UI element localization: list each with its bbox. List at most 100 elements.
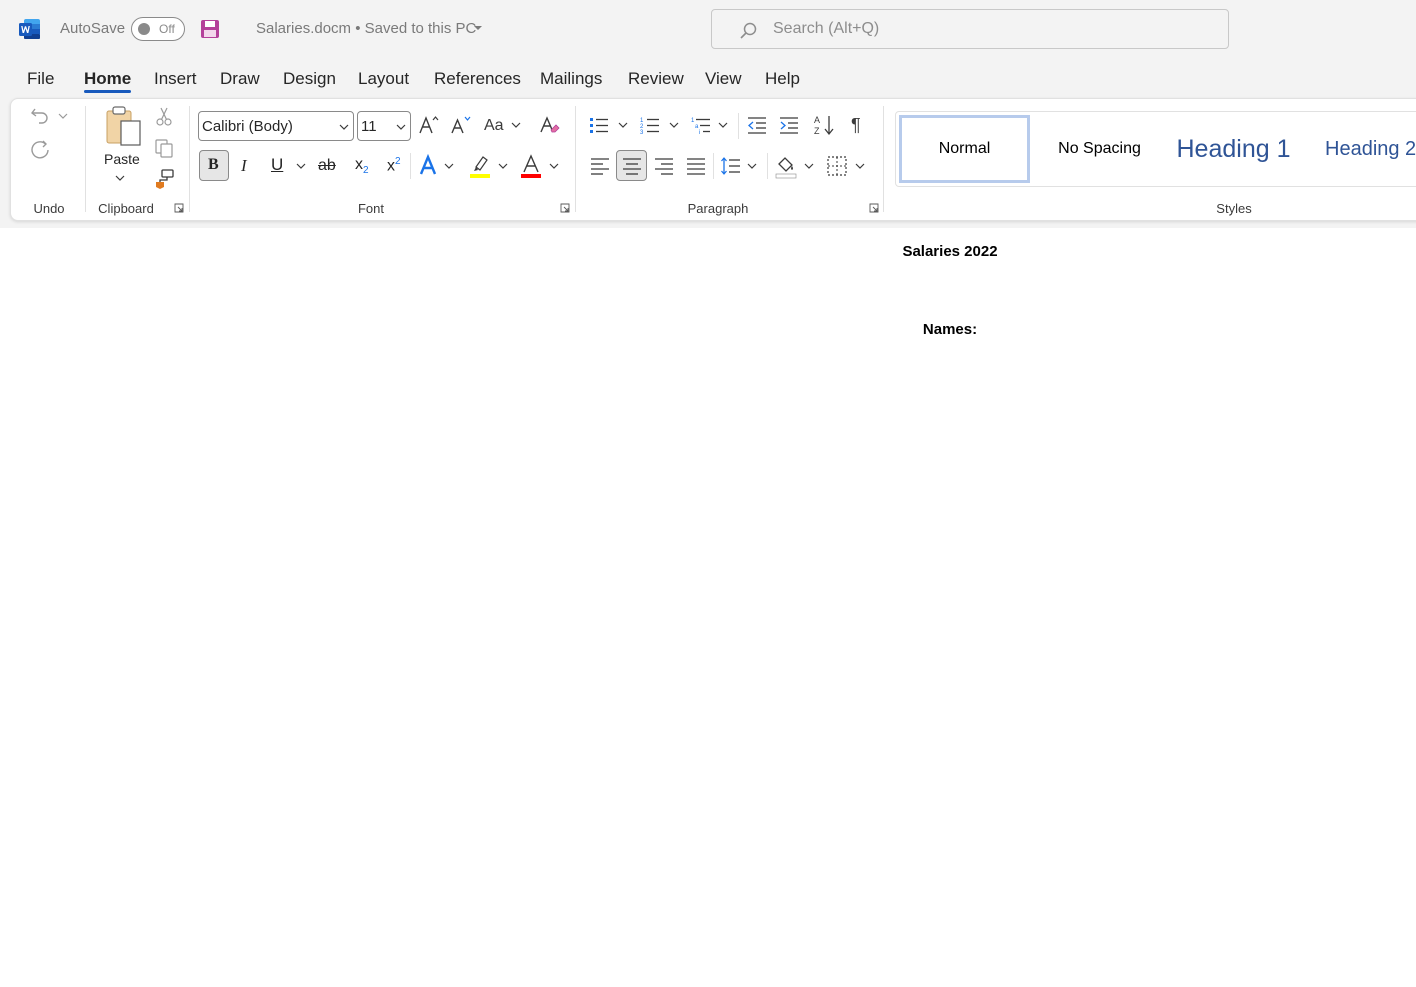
svg-text:3: 3 — [640, 130, 644, 136]
word-logo-icon[interactable] — [19, 18, 41, 40]
clipboard-launcher-icon[interactable] — [174, 203, 184, 213]
copy-icon[interactable] — [153, 137, 175, 159]
chevron-down-icon — [339, 124, 349, 130]
group-label-paragraph: Paragraph — [687, 201, 749, 216]
justify-icon[interactable] — [685, 155, 707, 177]
show-formatting-marks-icon[interactable]: ¶ — [851, 115, 861, 136]
change-case-label[interactable]: Aa — [484, 117, 504, 135]
toggle-knob — [138, 23, 150, 35]
font-size-value: 11 — [361, 118, 377, 135]
align-left-icon[interactable] — [589, 155, 611, 177]
shading-icon[interactable] — [774, 153, 798, 179]
subscript-button[interactable]: x2 — [355, 156, 369, 176]
align-center-icon — [623, 158, 641, 175]
underline-dropdown-icon[interactable] — [296, 162, 306, 170]
decrease-indent-icon[interactable] — [746, 114, 768, 136]
paste-dropdown-icon[interactable] — [115, 174, 125, 182]
paste-icon[interactable] — [104, 105, 144, 147]
tab-layout[interactable]: Layout — [358, 69, 409, 89]
numbering-icon[interactable]: 1 2 3 — [639, 114, 661, 136]
borders-icon[interactable] — [826, 155, 848, 177]
paragraph-launcher-icon[interactable] — [869, 203, 879, 213]
divider — [738, 113, 739, 139]
word-window: AutoSave Off Salaries.docm • Saved to th… — [0, 0, 1416, 987]
style-no-spacing[interactable]: No Spacing — [1034, 115, 1165, 183]
style-heading-1[interactable]: Heading 1 — [1168, 115, 1299, 183]
document-canvas[interactable] — [0, 228, 1416, 987]
bold-label: B — [208, 156, 219, 173]
redo-icon[interactable] — [29, 137, 51, 159]
clear-formatting-icon[interactable] — [538, 114, 560, 136]
tab-references[interactable]: References — [434, 69, 521, 89]
cut-icon[interactable] — [153, 105, 175, 127]
line-spacing-icon[interactable] — [720, 155, 742, 177]
undo-dropdown-icon[interactable] — [58, 112, 68, 120]
superscript-button[interactable]: x2 — [387, 156, 401, 175]
svg-text:Z: Z — [814, 126, 820, 136]
shading-dropdown-icon[interactable] — [804, 162, 814, 170]
highlighter-dropdown-icon[interactable] — [498, 162, 508, 170]
borders-dropdown-icon[interactable] — [855, 162, 865, 170]
tab-file[interactable]: File — [27, 69, 54, 89]
line-spacing-dropdown-icon[interactable] — [747, 162, 757, 170]
tab-design[interactable]: Design — [283, 69, 336, 89]
paste-label[interactable]: Paste — [104, 151, 140, 167]
document-heading[interactable]: Salaries 2022 — [902, 243, 997, 260]
strikethrough-button[interactable]: ab — [318, 157, 336, 175]
autosave-label: AutoSave — [60, 20, 126, 37]
increase-indent-icon[interactable] — [778, 114, 800, 136]
save-icon[interactable] — [199, 18, 221, 40]
font-name-value: Calibri (Body) — [202, 118, 293, 135]
font-color-dropdown-icon[interactable] — [549, 162, 559, 170]
autosave-toggle[interactable]: Off — [131, 17, 185, 41]
grow-font-icon[interactable] — [417, 114, 439, 136]
group-divider — [85, 106, 86, 212]
tab-insert[interactable]: Insert — [154, 69, 197, 89]
style-heading-2[interactable]: Heading 2 — [1313, 115, 1416, 183]
group-label-undo: Undo — [33, 201, 65, 216]
font-size-combo[interactable]: 11 — [357, 111, 411, 141]
subscript-label: x — [355, 156, 363, 173]
document-names-label[interactable]: Names: — [923, 321, 977, 338]
bullets-icon[interactable] — [588, 114, 610, 136]
format-painter-icon[interactable] — [153, 168, 175, 190]
shrink-font-icon[interactable] — [449, 114, 471, 136]
align-right-icon[interactable] — [653, 155, 675, 177]
sort-icon[interactable]: A Z — [812, 113, 836, 137]
text-effects-icon[interactable] — [417, 154, 441, 178]
tab-review[interactable]: Review — [628, 69, 684, 89]
svg-text:i: i — [699, 130, 700, 136]
undo-icon[interactable] — [29, 104, 51, 126]
tab-help[interactable]: Help — [765, 69, 800, 89]
multilevel-list-icon[interactable]: 1 a i — [690, 114, 712, 136]
numbering-dropdown-icon[interactable] — [669, 121, 679, 129]
text-effects-dropdown-icon[interactable] — [444, 162, 454, 170]
tab-draw[interactable]: Draw — [220, 69, 260, 89]
tab-home[interactable]: Home — [84, 69, 131, 89]
tab-mailings[interactable]: Mailings — [540, 69, 602, 89]
style-normal[interactable]: Normal — [899, 115, 1030, 183]
multilevel-dropdown-icon[interactable] — [718, 121, 728, 129]
bullets-dropdown-icon[interactable] — [618, 121, 628, 129]
title-bar: AutoSave Off Salaries.docm • Saved to th… — [0, 0, 1416, 58]
chevron-down-icon[interactable] — [472, 24, 484, 32]
active-tab-indicator — [84, 90, 131, 93]
highlighter-icon[interactable] — [468, 153, 492, 179]
document-title[interactable]: Salaries.docm • Saved to this PC — [256, 20, 476, 37]
group-label-font: Font — [357, 201, 385, 216]
change-case-dropdown-icon[interactable] — [511, 121, 521, 129]
font-name-combo[interactable]: Calibri (Body) — [198, 111, 354, 141]
search-box[interactable]: Search (Alt+Q) — [711, 9, 1229, 49]
divider — [767, 153, 768, 179]
ribbon-tabs: File Home Insert Draw Design Layout Refe… — [0, 58, 1416, 98]
search-icon — [740, 22, 757, 39]
italic-button[interactable]: I — [241, 156, 247, 176]
font-color-icon[interactable] — [519, 153, 543, 179]
tab-view[interactable]: View — [705, 69, 742, 89]
search-placeholder: Search (Alt+Q) — [773, 20, 880, 37]
group-divider — [189, 106, 190, 212]
font-launcher-icon[interactable] — [560, 203, 570, 213]
group-divider — [575, 106, 576, 212]
chevron-down-icon — [396, 124, 406, 130]
underline-button[interactable]: U — [271, 155, 283, 175]
